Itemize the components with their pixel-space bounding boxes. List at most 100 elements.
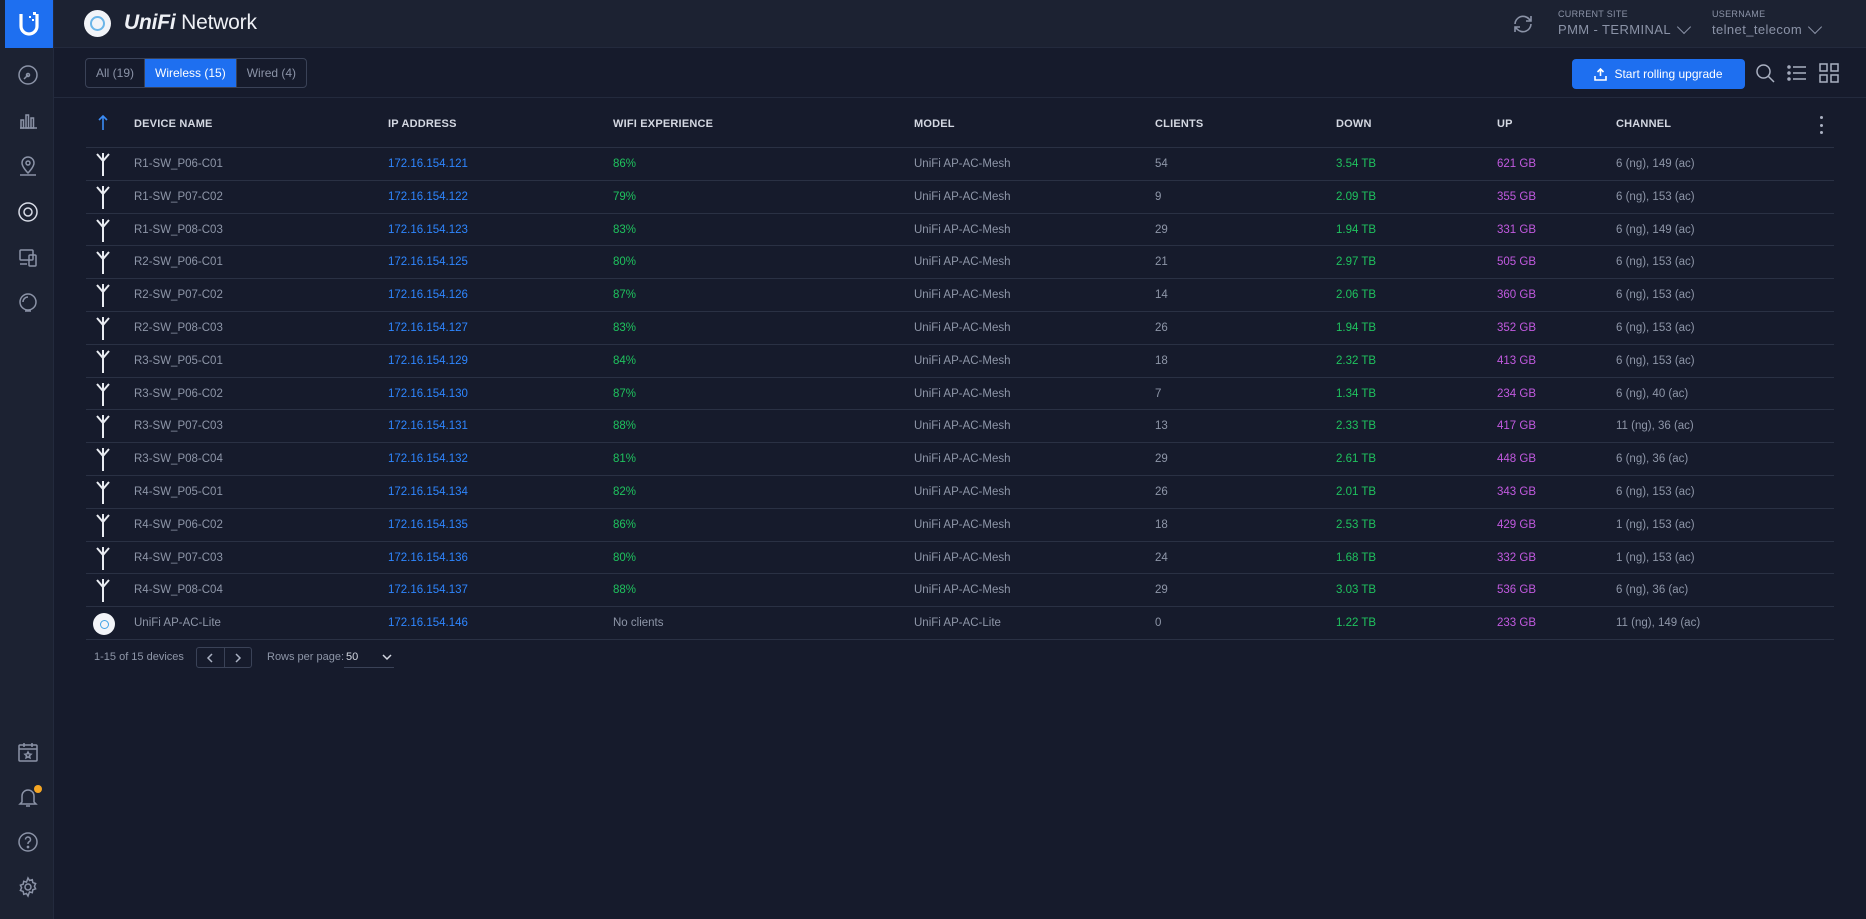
table-row[interactable]: R1-SW_P07-C02 172.16.154.122 79% UniFi AP-A… — [86, 181, 1834, 214]
cell-wifi-experience: 79% — [613, 190, 637, 203]
cell-down: 2.97 TB — [1336, 256, 1377, 269]
site-selector[interactable]: CURRENT SITE PMM - TERMINAL — [1558, 9, 1692, 37]
table-row[interactable]: R3-SW_P08-C04 172.16.154.132 81% UniFi AP-A… — [86, 443, 1834, 476]
col-model[interactable]: MODEL — [914, 118, 955, 130]
cell-model: UniFi AP-AC-Mesh — [914, 190, 1011, 203]
col-clients[interactable]: CLIENTS — [1155, 118, 1203, 130]
table-row[interactable]: R2-SW_P08-C03 172.16.154.127 83% UniFi AP-A… — [86, 312, 1834, 345]
next-page-button[interactable] — [225, 648, 252, 667]
column-options-kebab-icon[interactable] — [1820, 116, 1824, 134]
cell-ip-address[interactable]: 172.16.154.123 — [388, 224, 468, 236]
cell-wifi-experience: 83% — [613, 223, 637, 236]
cell-ip-address[interactable]: 172.16.154.134 — [388, 486, 468, 498]
nav-events-calendar-icon[interactable] — [16, 740, 40, 764]
antenna-icon — [95, 283, 111, 308]
cell-ip-address[interactable]: 172.16.154.130 — [388, 388, 468, 400]
tab-wired[interactable]: Wired (4) — [237, 59, 306, 87]
cell-down: 2.09 TB — [1336, 190, 1377, 203]
table-row[interactable]: R4-SW_P08-C04 172.16.154.137 88% UniFi AP-A… — [86, 574, 1834, 608]
cell-wifi-experience: 86% — [613, 158, 637, 170]
start-rolling-upgrade-button[interactable]: Start rolling upgrade — [1572, 59, 1745, 89]
cell-clients: 14 — [1155, 289, 1168, 302]
cell-up: 343 GB — [1497, 485, 1536, 498]
nav-clients-icon[interactable] — [16, 246, 40, 270]
nav-settings-gear-icon[interactable] — [16, 875, 40, 899]
cell-ip-address[interactable]: 172.16.154.127 — [388, 322, 468, 334]
cell-model: UniFi AP-AC-Lite — [914, 617, 1001, 630]
cell-up: 233 GB — [1497, 617, 1536, 630]
cell-channel: 6 (ng), 153 (ac) — [1616, 485, 1695, 498]
ubiquiti-u-icon — [19, 12, 39, 36]
cell-down: 2.53 TB — [1336, 518, 1377, 531]
devices-table: DEVICE NAME IP ADDRESS WIFI EXPERIENCE M… — [86, 104, 1834, 640]
cell-ip-address[interactable]: 172.16.154.126 — [388, 289, 468, 301]
sort-ascending-arrow-icon[interactable] — [96, 114, 110, 131]
tab-all[interactable]: All (19) — [86, 59, 146, 87]
cell-ip-address[interactable]: 172.16.154.122 — [388, 191, 468, 203]
cell-ip-address[interactable]: 172.16.154.135 — [388, 519, 468, 531]
prev-page-button[interactable] — [197, 648, 225, 667]
nav-notifications-bell-icon[interactable] — [16, 785, 42, 809]
nav-map-icon[interactable] — [16, 154, 40, 178]
nav-dashboard-icon[interactable] — [16, 63, 40, 87]
cell-ip-address[interactable]: 172.16.154.146 — [388, 617, 468, 629]
cell-model: UniFi AP-AC-Mesh — [914, 256, 1011, 269]
table-row[interactable]: R1-SW_P06-C01 172.16.154.121 86% UniFi AP-A… — [86, 148, 1834, 181]
cell-clients: 26 — [1155, 321, 1168, 334]
cell-ip-address[interactable]: 172.16.154.132 — [388, 453, 468, 465]
device-filter-tabs: All (19) Wireless (15) Wired (4) — [85, 58, 308, 88]
cell-wifi-experience: 88% — [613, 420, 637, 433]
col-wifi-experience[interactable]: WIFI EXPERIENCE — [613, 118, 713, 130]
cell-wifi-experience: No clients — [613, 617, 664, 630]
brand-prefix: UniFi — [124, 11, 176, 34]
cell-down: 1.22 TB — [1336, 617, 1377, 630]
cell-device-name: R1-SW_P08-C03 — [134, 223, 223, 236]
nav-statistics-icon[interactable] — [16, 108, 40, 132]
table-row[interactable]: R2-SW_P07-C02 172.16.154.126 87% UniFi AP-A… — [86, 279, 1834, 312]
col-down[interactable]: DOWN — [1336, 118, 1372, 130]
cell-clients: 18 — [1155, 518, 1168, 531]
col-channel[interactable]: CHANNEL — [1616, 118, 1671, 130]
col-up[interactable]: UP — [1497, 118, 1513, 130]
upgrade-icon — [1594, 67, 1608, 81]
col-device-name[interactable]: DEVICE NAME — [134, 118, 213, 130]
grid-view-icon[interactable] — [1818, 62, 1840, 84]
user-selector[interactable]: USERNAME telnet_telecom — [1712, 9, 1823, 37]
network-app-icon[interactable] — [84, 10, 111, 37]
chevron-down-icon — [382, 654, 392, 661]
nav-insights-icon[interactable] — [16, 291, 40, 315]
table-row[interactable]: UniFi AP-AC-Lite 172.16.154.146 No clients… — [86, 607, 1834, 640]
search-icon[interactable] — [1754, 62, 1776, 84]
cell-device-name: R3-SW_P05-C01 — [134, 354, 223, 367]
table-row[interactable]: R4-SW_P07-C03 172.16.154.136 80% UniFi AP-A… — [86, 542, 1834, 575]
table-row[interactable]: R3-SW_P07-C03 172.16.154.131 88% UniFi AP-A… — [86, 410, 1834, 444]
top-header: UniFi Network CURRENT SITE PMM - TERMINA… — [54, 0, 1866, 48]
table-row[interactable]: R4-SW_P05-C01 172.16.154.134 82% UniFi AP-A… — [86, 476, 1834, 509]
cell-device-name: R2-SW_P07-C02 — [134, 289, 223, 302]
table-row[interactable]: R4-SW_P06-C02 172.16.154.135 86% UniFi AP-A… — [86, 509, 1834, 542]
ubiquiti-logo[interactable] — [5, 0, 53, 48]
cell-ip-address[interactable]: 172.16.154.121 — [388, 158, 468, 170]
cell-wifi-experience: 86% — [613, 518, 637, 531]
table-header: DEVICE NAME IP ADDRESS WIFI EXPERIENCE M… — [86, 104, 1834, 148]
nav-help-icon[interactable] — [16, 830, 40, 854]
rows-per-page-select[interactable]: 50 — [344, 647, 394, 668]
sidebar — [0, 0, 54, 919]
table-row[interactable]: R2-SW_P06-C01 172.16.154.125 80% UniFi AP-A… — [86, 246, 1834, 280]
cell-ip-address[interactable]: 172.16.154.125 — [388, 256, 468, 268]
tab-wireless[interactable]: Wireless (15) — [145, 59, 237, 87]
cell-ip-address[interactable]: 172.16.154.131 — [388, 420, 468, 432]
list-view-icon[interactable] — [1786, 62, 1808, 84]
cell-ip-address[interactable]: 172.16.154.129 — [388, 355, 468, 367]
table-row[interactable]: R3-SW_P06-C02 172.16.154.130 87% UniFi AP-A… — [86, 378, 1834, 411]
refresh-icon[interactable] — [1510, 11, 1536, 37]
cell-ip-address[interactable]: 172.16.154.137 — [388, 584, 468, 596]
table-row[interactable]: R3-SW_P05-C01 172.16.154.129 84% UniFi AP-A… — [86, 345, 1834, 378]
cell-ip-address[interactable]: 172.16.154.136 — [388, 552, 468, 564]
table-row[interactable]: R1-SW_P08-C03 172.16.154.123 83% UniFi AP-A… — [86, 214, 1834, 247]
cell-channel: 6 (ng), 36 (ac) — [1616, 584, 1689, 597]
cell-model: UniFi AP-AC-Mesh — [914, 387, 1011, 400]
cell-model: UniFi AP-AC-Mesh — [914, 321, 1011, 334]
col-ip-address[interactable]: IP ADDRESS — [388, 118, 457, 130]
nav-devices-icon[interactable] — [16, 200, 40, 224]
